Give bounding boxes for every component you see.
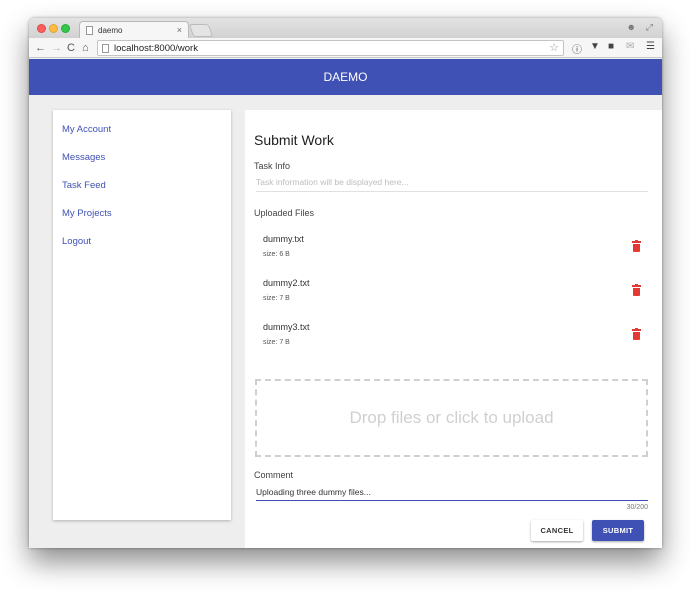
delete-icon[interactable]	[632, 328, 641, 340]
reload-icon[interactable]: C	[67, 41, 75, 55]
tab-title: daemo	[98, 26, 123, 35]
app-header: DAEMO	[29, 59, 662, 95]
tab-close-icon[interactable]: ×	[177, 25, 182, 35]
file-name: dummy2.txt	[263, 278, 310, 288]
cancel-button[interactable]: CANCEL	[531, 520, 583, 541]
comment-input[interactable]	[256, 485, 648, 501]
browser-tab[interactable]: daemo ×	[79, 21, 189, 38]
minimize-window-icon[interactable]	[49, 24, 58, 33]
file-item: dummy.txt size: 6 B	[263, 234, 648, 266]
page-content: My Account Messages Task Feed My Project…	[29, 95, 662, 548]
menu-icon[interactable]: ☰	[646, 41, 655, 52]
task-info-field: Task information will be displayed here.…	[256, 177, 648, 192]
page-icon	[86, 26, 93, 35]
dropzone-text: Drop files or click to upload	[349, 408, 554, 427]
tab-strip: daemo × ☻ ⤢	[29, 18, 662, 38]
maximize-window-icon[interactable]	[61, 24, 70, 33]
file-size: size: 7 B	[263, 339, 290, 346]
url-text: localhost:8000/work	[114, 43, 198, 54]
submit-work-card: Submit Work Task Info Task information w…	[245, 110, 662, 548]
info-extension-icon[interactable]: ⓘ	[572, 41, 582, 56]
mail-extension-icon[interactable]: ✉	[626, 41, 634, 52]
profile-icon[interactable]: ☻	[627, 22, 636, 32]
file-dropzone[interactable]: Drop files or click to upload	[255, 379, 648, 457]
file-size: size: 7 B	[263, 295, 290, 302]
file-size: size: 6 B	[263, 251, 290, 258]
delete-icon[interactable]	[632, 240, 641, 252]
sidebar: My Account Messages Task Feed My Project…	[53, 110, 231, 520]
home-icon[interactable]: ⌂	[82, 41, 89, 55]
uploaded-files-label: Uploaded Files	[254, 208, 315, 218]
page-title: Submit Work	[254, 132, 334, 148]
back-icon[interactable]: ←	[35, 41, 46, 55]
character-counter: 30/200	[626, 504, 648, 511]
address-bar[interactable]: localhost:8000/work ☆	[97, 40, 564, 56]
app-title: DAEMO	[323, 70, 368, 84]
forward-icon[interactable]: →	[51, 41, 62, 55]
submit-button[interactable]: SUBMIT	[592, 520, 644, 541]
sidebar-item-messages[interactable]: Messages	[62, 152, 105, 163]
sidebar-item-my-projects[interactable]: My Projects	[62, 208, 112, 219]
bookmark-star-icon[interactable]: ☆	[549, 41, 559, 54]
task-info-label: Task Info	[254, 161, 291, 171]
page-icon	[102, 44, 109, 53]
delete-icon[interactable]	[632, 284, 641, 296]
comment-label: Comment	[254, 470, 294, 480]
fullscreen-icon[interactable]: ⤢	[646, 22, 653, 33]
browser-toolbar: ← → C ⌂ localhost:8000/work ☆ ⓘ ▼ ■ ✉ ☰	[29, 38, 662, 58]
sidebar-item-my-account[interactable]: My Account	[62, 124, 111, 135]
close-window-icon[interactable]	[37, 24, 46, 33]
file-name: dummy3.txt	[263, 322, 310, 332]
file-item: dummy2.txt size: 7 B	[263, 278, 648, 310]
sidebar-item-task-feed[interactable]: Task Feed	[62, 180, 106, 191]
pocket-extension-icon[interactable]: ▼	[590, 41, 600, 52]
file-name: dummy.txt	[263, 234, 304, 244]
ghost-extension-icon[interactable]: ■	[608, 41, 614, 52]
file-item: dummy3.txt size: 7 B	[263, 322, 648, 354]
browser-window: daemo × ☻ ⤢ ← → C ⌂ localhost:8000/work …	[29, 18, 662, 548]
new-tab-button[interactable]	[188, 24, 214, 37]
sidebar-item-logout[interactable]: Logout	[62, 236, 91, 247]
